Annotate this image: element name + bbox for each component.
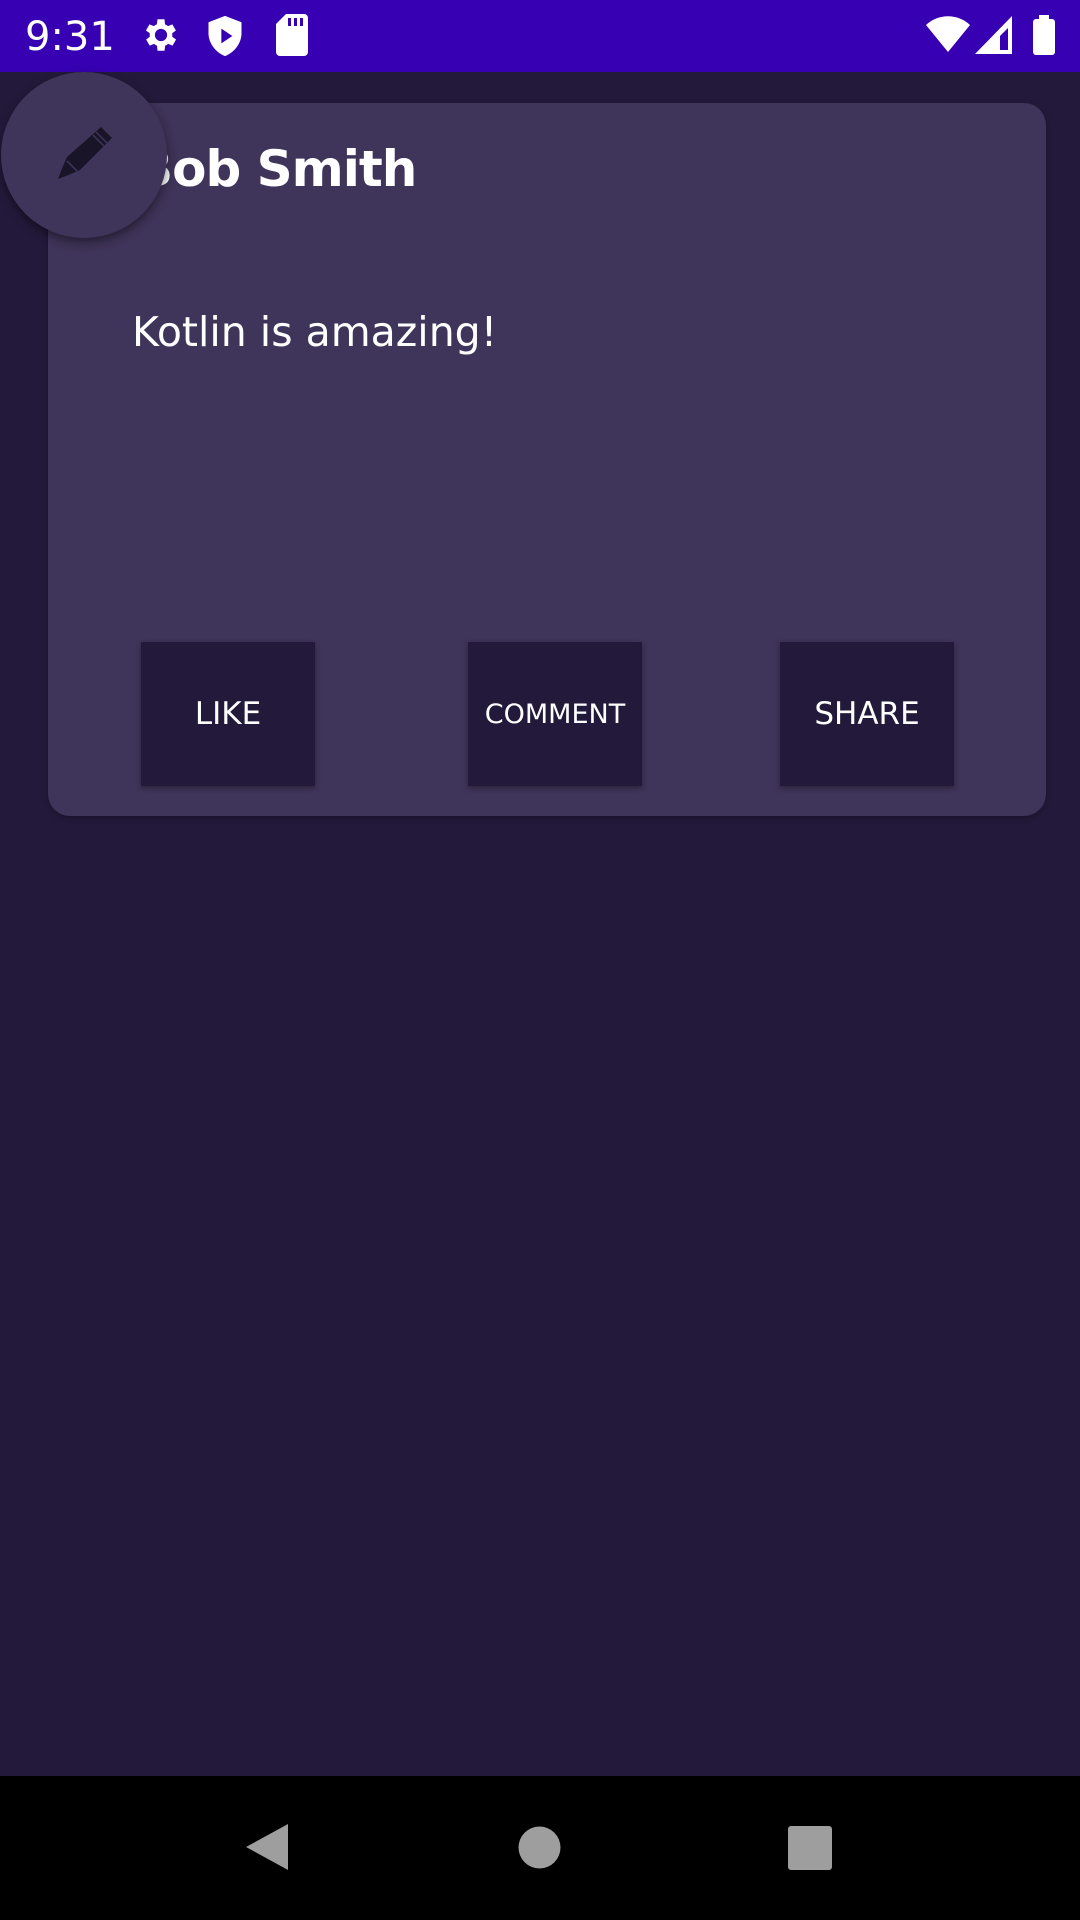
recents-icon[interactable]: [788, 1826, 832, 1870]
navigation-bar: [0, 1776, 1080, 1920]
battery-icon: [1033, 15, 1055, 55]
comment-button[interactable]: COMMENT: [468, 642, 642, 786]
home-icon[interactable]: [518, 1826, 561, 1869]
pencil-icon: [58, 127, 112, 179]
cell-signal-icon: [975, 16, 1012, 54]
sd-card-icon: [276, 14, 308, 56]
post-content: Kotlin is amazing!: [132, 308, 498, 356]
share-button[interactable]: SHARE: [780, 642, 954, 786]
gear-icon: [145, 19, 177, 51]
status-time: 9:31: [25, 14, 115, 60]
post-author: Bob Smith: [135, 140, 417, 198]
play-protect-icon: [208, 15, 242, 57]
edit-fab-button[interactable]: [1, 72, 167, 238]
like-button[interactable]: LIKE: [141, 642, 315, 786]
status-bar: 9:31: [0, 0, 1080, 72]
back-icon[interactable]: [244, 1822, 290, 1872]
wifi-icon: [926, 16, 970, 52]
